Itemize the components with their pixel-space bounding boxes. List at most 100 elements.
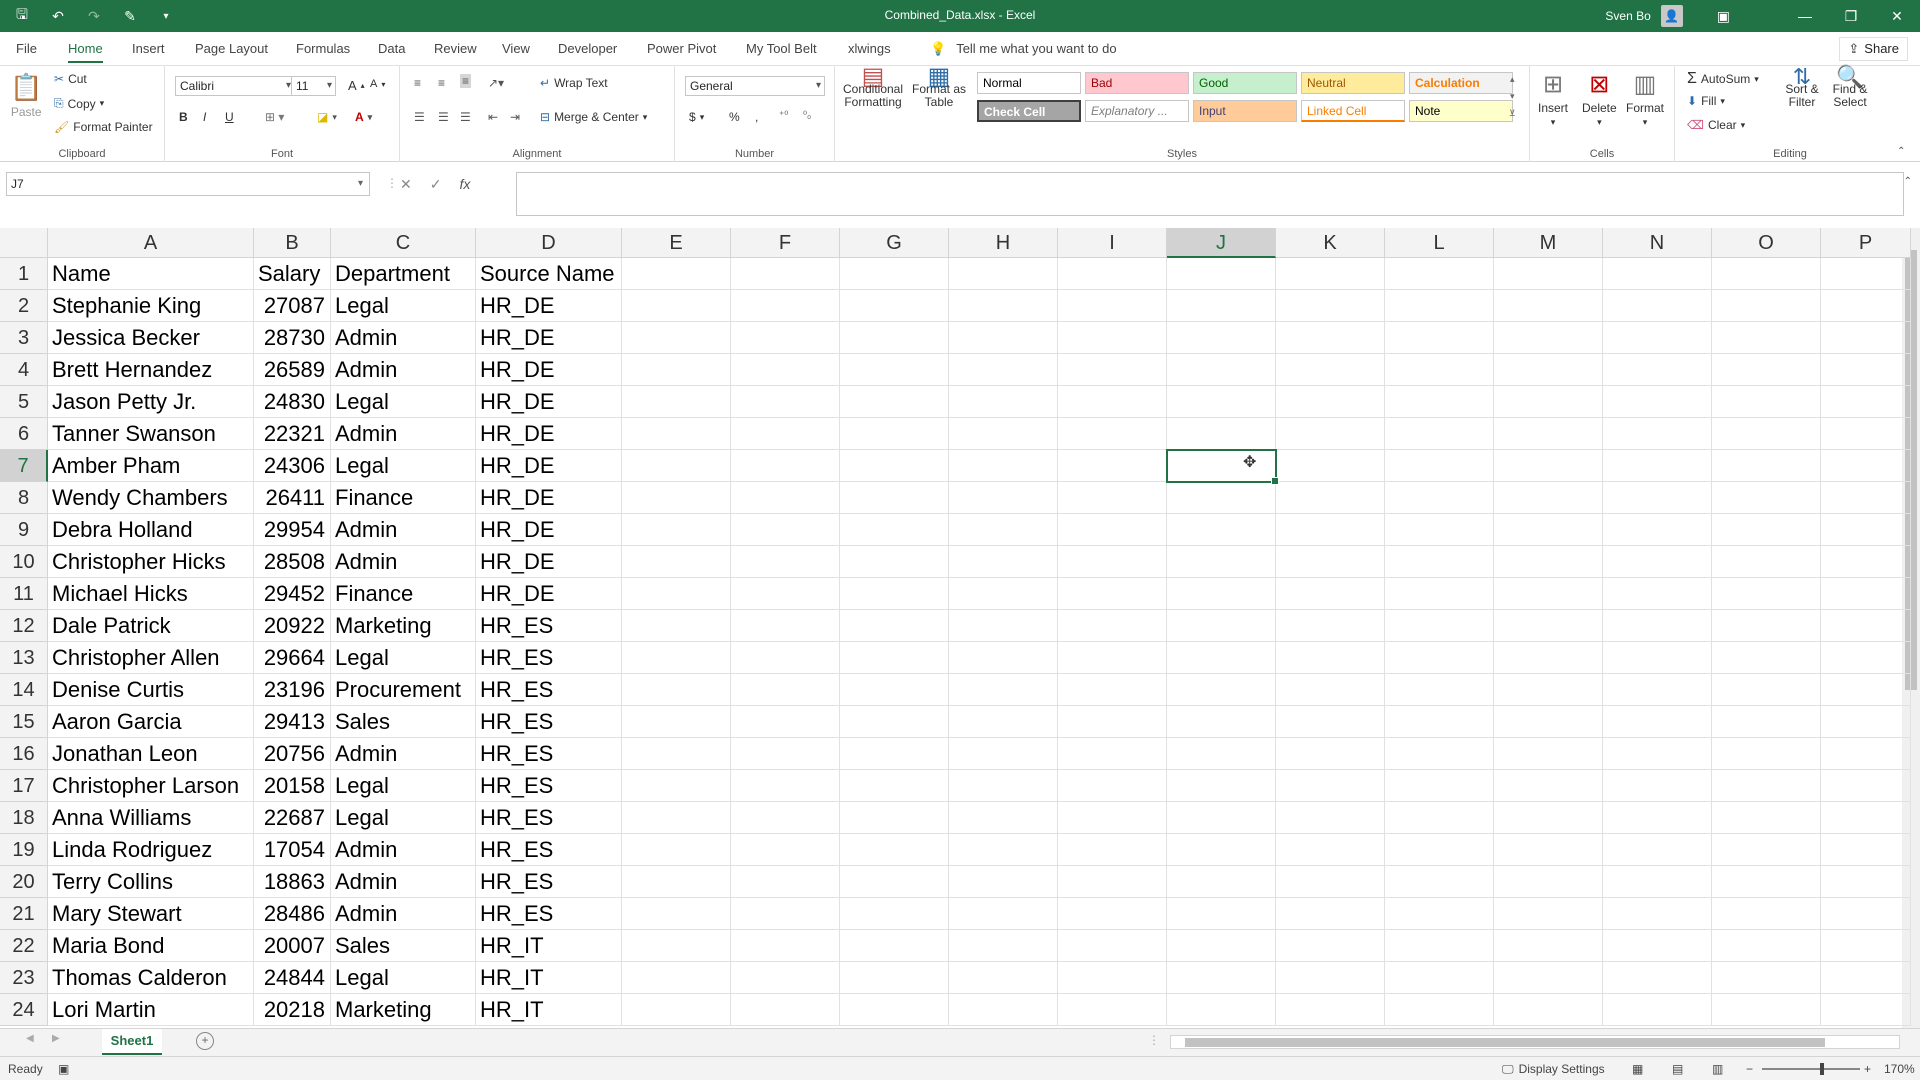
cell-g15[interactable] [840, 706, 949, 738]
font-color-icon[interactable]: A ▾ [355, 110, 372, 124]
cell-c10[interactable]: Admin [331, 546, 476, 578]
cell-h15[interactable] [949, 706, 1058, 738]
decrease-decimal-icon[interactable]: ⁰₀ [803, 110, 811, 121]
cell-e19[interactable] [622, 834, 731, 866]
cell-a6[interactable]: Tanner Swanson [48, 418, 254, 450]
cell-p5[interactable] [1821, 386, 1911, 418]
cell-f3[interactable] [731, 322, 840, 354]
column-header-j[interactable]: J [1167, 228, 1276, 258]
cell-d10[interactable]: HR_DE [476, 546, 622, 578]
cell-k4[interactable] [1276, 354, 1385, 386]
cell-o15[interactable] [1712, 706, 1821, 738]
cell-m10[interactable] [1494, 546, 1603, 578]
cell-l15[interactable] [1385, 706, 1494, 738]
cell-i15[interactable] [1058, 706, 1167, 738]
cell-e2[interactable] [622, 290, 731, 322]
cell-f19[interactable] [731, 834, 840, 866]
cell-e15[interactable] [622, 706, 731, 738]
cell-f10[interactable] [731, 546, 840, 578]
middle-align-icon[interactable]: ≡ [438, 76, 445, 90]
cell-j21[interactable] [1167, 898, 1276, 930]
cell-a14[interactable]: Denise Curtis [48, 674, 254, 706]
cell-o4[interactable] [1712, 354, 1821, 386]
cell-l12[interactable] [1385, 610, 1494, 642]
row-header-10[interactable]: 10 [0, 546, 48, 578]
cell-style-check-cell[interactable]: Check Cell [977, 100, 1081, 122]
cell-c17[interactable]: Legal [331, 770, 476, 802]
align-center-icon[interactable]: ☰ [438, 110, 449, 124]
cell-b7[interactable]: 24306 [254, 450, 331, 482]
cell-h19[interactable] [949, 834, 1058, 866]
bottom-align-icon[interactable]: ≡ [460, 74, 472, 88]
cell-c4[interactable]: Admin [331, 354, 476, 386]
cell-j11[interactable] [1167, 578, 1276, 610]
cell-o20[interactable] [1712, 866, 1821, 898]
cell-p6[interactable] [1821, 418, 1911, 450]
cell-c14[interactable]: Procurement [331, 674, 476, 706]
cell-d16[interactable]: HR_ES [476, 738, 622, 770]
cell-d17[interactable]: HR_ES [476, 770, 622, 802]
cell-i19[interactable] [1058, 834, 1167, 866]
cell-g14[interactable] [840, 674, 949, 706]
cell-k10[interactable] [1276, 546, 1385, 578]
cell-n11[interactable] [1603, 578, 1712, 610]
cell-d6[interactable]: HR_DE [476, 418, 622, 450]
cell-g11[interactable] [840, 578, 949, 610]
cell-l19[interactable] [1385, 834, 1494, 866]
cell-g20[interactable] [840, 866, 949, 898]
cell-k16[interactable] [1276, 738, 1385, 770]
zoom-level[interactable]: 170% [1884, 1057, 1915, 1081]
cell-i11[interactable] [1058, 578, 1167, 610]
cell-m23[interactable] [1494, 962, 1603, 994]
zoom-in-icon[interactable]: + [1864, 1057, 1871, 1081]
cell-p3[interactable] [1821, 322, 1911, 354]
cell-a4[interactable]: Brett Hernandez [48, 354, 254, 386]
cell-n23[interactable] [1603, 962, 1712, 994]
cell-j8[interactable] [1167, 482, 1276, 514]
tab-formulas[interactable]: Formulas [296, 32, 350, 66]
cell-a3[interactable]: Jessica Becker [48, 322, 254, 354]
cell-l16[interactable] [1385, 738, 1494, 770]
scroll-sheets-right-icon[interactable]: ▶ [52, 1033, 60, 1044]
bold-button[interactable]: B [179, 110, 188, 124]
top-align-icon[interactable]: ≡ [414, 76, 421, 90]
cell-h20[interactable] [949, 866, 1058, 898]
cell-b17[interactable]: 20158 [254, 770, 331, 802]
cell-k13[interactable] [1276, 642, 1385, 674]
cell-h4[interactable] [949, 354, 1058, 386]
cell-c16[interactable]: Admin [331, 738, 476, 770]
cell-n1[interactable] [1603, 258, 1712, 290]
insert-function-icon[interactable]: fx [459, 176, 470, 192]
tab-split-handle-icon[interactable]: ⋮ [1148, 1033, 1160, 1047]
cell-f18[interactable] [731, 802, 840, 834]
cell-k11[interactable] [1276, 578, 1385, 610]
cell-l6[interactable] [1385, 418, 1494, 450]
row-header-2[interactable]: 2 [0, 290, 48, 322]
cell-g23[interactable] [840, 962, 949, 994]
cell-n13[interactable] [1603, 642, 1712, 674]
cell-l24[interactable] [1385, 994, 1494, 1026]
account-area[interactable]: Sven Bo 👤 ▣ [1605, 0, 1730, 32]
cell-a18[interactable]: Anna Williams [48, 802, 254, 834]
cell-f17[interactable] [731, 770, 840, 802]
column-header-h[interactable]: H [949, 228, 1058, 258]
cell-k5[interactable] [1276, 386, 1385, 418]
cell-n21[interactable] [1603, 898, 1712, 930]
tab-file[interactable]: File [16, 32, 37, 66]
cell-i23[interactable] [1058, 962, 1167, 994]
copy-button[interactable]: ⎘ Copy ▾ [54, 96, 104, 111]
cell-d7[interactable]: HR_DE [476, 450, 622, 482]
cell-f16[interactable] [731, 738, 840, 770]
cell-k12[interactable] [1276, 610, 1385, 642]
ribbon-display-options-icon[interactable]: ▣ [1717, 8, 1730, 25]
cell-n9[interactable] [1603, 514, 1712, 546]
cell-i12[interactable] [1058, 610, 1167, 642]
cell-j19[interactable] [1167, 834, 1276, 866]
cell-b12[interactable]: 20922 [254, 610, 331, 642]
cell-i6[interactable] [1058, 418, 1167, 450]
cell-i1[interactable] [1058, 258, 1167, 290]
cell-h2[interactable] [949, 290, 1058, 322]
tab-xlwings[interactable]: xlwings [848, 32, 891, 66]
cell-j15[interactable] [1167, 706, 1276, 738]
cell-g16[interactable] [840, 738, 949, 770]
